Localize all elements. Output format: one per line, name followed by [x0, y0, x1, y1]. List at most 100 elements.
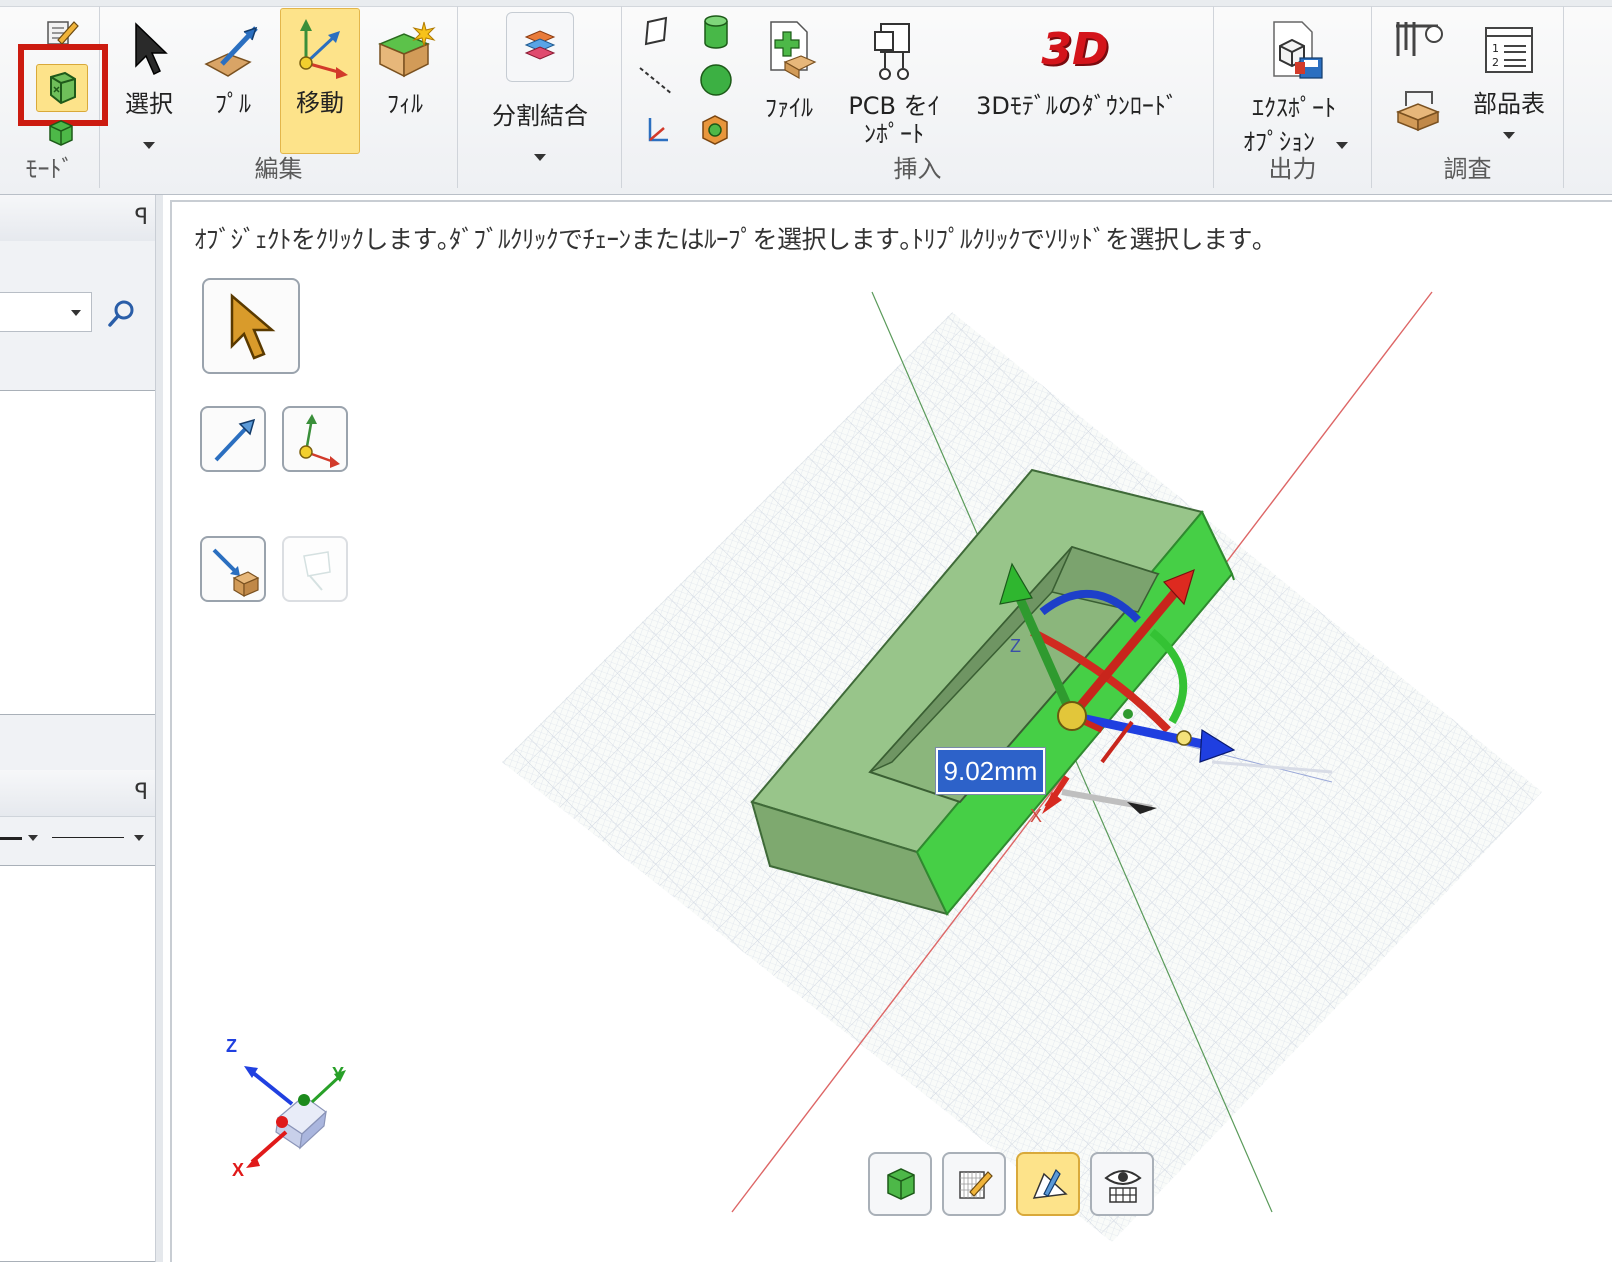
move-gizmo-icon	[299, 19, 348, 79]
panel-search-combo[interactable]	[0, 292, 92, 332]
scene-canvas[interactable]	[172, 202, 1612, 1262]
line-weight-swatch[interactable]	[0, 837, 22, 840]
pull-icon	[204, 26, 258, 77]
svg-text:1: 1	[1492, 42, 1499, 55]
ribbon-toolbar: ﾓｰﾄﾞ 選択 ﾌﾟﾙ 移動 ﾌｨﾙ 編集 分割結合 ﾌｧｲﾙ PCB をｲ ﾝ…	[0, 0, 1612, 195]
disabled-tool-button	[282, 536, 348, 602]
left-side-panel: ꟼ ꟼ	[0, 195, 162, 1262]
status-hint-text: ｵﾌﾞｼﾞｪｸﾄをｸﾘｯｸします｡ﾀﾞﾌﾞﾙｸﾘｯｸでﾁｪｰﾝまたはﾙｰﾌﾟを選…	[194, 225, 1265, 254]
pcb-import-label-line1: PCB をｲ	[848, 92, 940, 120]
fill-icon	[378, 21, 436, 78]
pcb-import-label-line2: ﾝﾎﾟｰﾄ	[864, 120, 924, 148]
ribbon-group-investigate: 1 2 部品表 調査	[1372, 6, 1564, 188]
component-icon[interactable]	[698, 112, 732, 148]
edit-group-label: 編集	[254, 155, 303, 183]
eye-grid-icon	[1104, 1170, 1142, 1203]
pcb-import-button[interactable]: PCB をｲ ﾝﾎﾟｰﾄ	[844, 14, 944, 154]
structure-panel-header: ꟼ	[0, 195, 162, 242]
select-button[interactable]: 選択	[116, 14, 182, 154]
structure-tree-area[interactable]	[0, 390, 157, 715]
select-dropdown-icon[interactable]	[143, 142, 155, 149]
fill-label: ﾌｨﾙ	[387, 90, 423, 118]
display-view-mode-button[interactable]	[1090, 1152, 1154, 1216]
download-3d-model-button[interactable]: 3D 3Dﾓﾃﾞﾙのﾀﾞｳﾝﾛｰﾄﾞ	[962, 14, 1192, 154]
sphere-icon[interactable]	[698, 62, 734, 98]
section-view-mode-button[interactable]	[1016, 1152, 1080, 1216]
select-tool-button[interactable]	[202, 278, 300, 374]
svg-text:2: 2	[1492, 56, 1499, 69]
split-combine-label: 分割結合	[492, 102, 588, 130]
highlight-annotation-box	[18, 44, 108, 126]
select-arrow-icon	[230, 293, 276, 360]
options-panel-header: ꟼ	[0, 770, 162, 817]
export-options-button[interactable]: ｴｸｽﾎﾟｰﾄ ｵﾌﾟｼｮﾝ	[1224, 14, 1364, 156]
fill-button[interactable]: ﾌｨﾙ	[370, 14, 440, 154]
plane-pencil-icon	[1032, 1168, 1068, 1199]
export-dropdown-icon[interactable]	[1336, 142, 1348, 149]
axis-icon[interactable]	[642, 114, 672, 146]
plane-icon[interactable]	[642, 16, 672, 48]
bill-of-materials-icon: 1 2	[1485, 27, 1533, 73]
distance-input-field[interactable]: 9.02mm	[935, 747, 1046, 795]
bom-label: 部品表	[1473, 90, 1545, 118]
triad-z-label: Z	[226, 1036, 237, 1056]
move-button[interactable]: 移動	[280, 8, 360, 154]
ribbon-group-edit: 選択 ﾌﾟﾙ 移動 ﾌｨﾙ 編集	[100, 6, 458, 188]
line-icon[interactable]	[636, 64, 676, 98]
ribbon-group-combine: 分割結合	[458, 6, 622, 188]
split-combine-button[interactable]: 分割結合	[468, 10, 612, 170]
combo-dropdown-icon[interactable]	[71, 310, 81, 316]
pin-icon[interactable]: ꟼ	[135, 780, 148, 805]
bom-dropdown-icon[interactable]	[1503, 132, 1515, 139]
pull-button[interactable]: ﾌﾟﾙ	[198, 14, 268, 154]
line-style-dropdown-icon[interactable]	[134, 835, 144, 841]
cylinder-icon[interactable]	[700, 14, 732, 50]
split-combine-dropdown-icon[interactable]	[534, 154, 546, 161]
up-to-icon	[212, 548, 260, 598]
ribbon-group-output: ｴｸｽﾎﾟｰﾄ ｵﾌﾟｼｮﾝ 出力	[1214, 6, 1372, 188]
split-combine-icon-frame	[506, 12, 574, 82]
sketch-view-mode-button[interactable]	[942, 1152, 1006, 1216]
export-icon	[1273, 21, 1323, 79]
options-content-area	[0, 865, 157, 1262]
move-gizmo-tool[interactable]	[282, 406, 348, 472]
line-weight-dropdown-icon[interactable]	[28, 835, 38, 841]
move-gizmo-small-icon	[299, 414, 340, 468]
3d-logo-icon: 3D	[1041, 24, 1109, 75]
mode-group-label: ﾓｰﾄﾞ	[25, 155, 74, 183]
sketch-grid-icon	[959, 1171, 993, 1199]
up-to-tool[interactable]	[200, 536, 266, 602]
ribbon-group-mode: ﾓｰﾄﾞ	[0, 6, 108, 188]
insert-group-label: 挿入	[893, 155, 942, 183]
green-cube-icon	[887, 1168, 915, 1200]
investigate-group-label: 調査	[1443, 155, 1492, 183]
disabled-tool-icon	[303, 551, 331, 591]
pull-arrow-icon	[214, 418, 256, 462]
triad-x-label: X	[232, 1160, 245, 1180]
line-style-swatch[interactable]	[52, 837, 124, 838]
layers-icon	[524, 30, 556, 60]
pull-direction-tool[interactable]	[200, 406, 266, 472]
pin-icon[interactable]: ꟼ	[135, 205, 148, 230]
select-arrow-icon	[135, 22, 168, 76]
output-group-label: 出力	[1268, 155, 1317, 183]
bom-button[interactable]: 1 2 部品表	[1462, 14, 1556, 154]
3d-mode-button[interactable]	[46, 118, 76, 146]
triad-y-label: Y	[332, 1064, 345, 1084]
export-label-line1: ｴｸｽﾎﾟｰﾄ	[1252, 94, 1336, 122]
search-icon[interactable]	[106, 298, 138, 330]
download-3d-model-label: 3Dﾓﾃﾞﾙのﾀﾞｳﾝﾛｰﾄﾞ	[976, 92, 1178, 120]
gizmo-x-label: X	[1030, 806, 1043, 826]
mass-properties-icon[interactable]	[1392, 86, 1444, 132]
caliper-icon[interactable]	[1390, 16, 1446, 66]
insert-file-icon	[770, 21, 817, 80]
pcb-circuit-icon	[874, 23, 910, 80]
solid-cube-icon	[49, 120, 73, 146]
ribbon-group-insert: ﾌｧｲﾙ PCB をｲ ﾝﾎﾟｰﾄ 3D 3Dﾓﾃﾞﾙのﾀﾞｳﾝﾛｰﾄﾞ 挿入	[622, 6, 1214, 188]
line-style-toolbar	[0, 817, 155, 865]
insert-file-button[interactable]: ﾌｧｲﾙ	[752, 14, 826, 154]
panel-splitter[interactable]	[155, 195, 163, 1262]
3d-view-mode-button[interactable]	[868, 1152, 932, 1216]
3d-viewport[interactable]: ｵﾌﾞｼﾞｪｸﾄをｸﾘｯｸします｡ﾀﾞﾌﾞﾙｸﾘｯｸでﾁｪｰﾝまたはﾙｰﾌﾟを選…	[170, 200, 1612, 1262]
gizmo-anchor-ball[interactable]	[1057, 701, 1087, 731]
